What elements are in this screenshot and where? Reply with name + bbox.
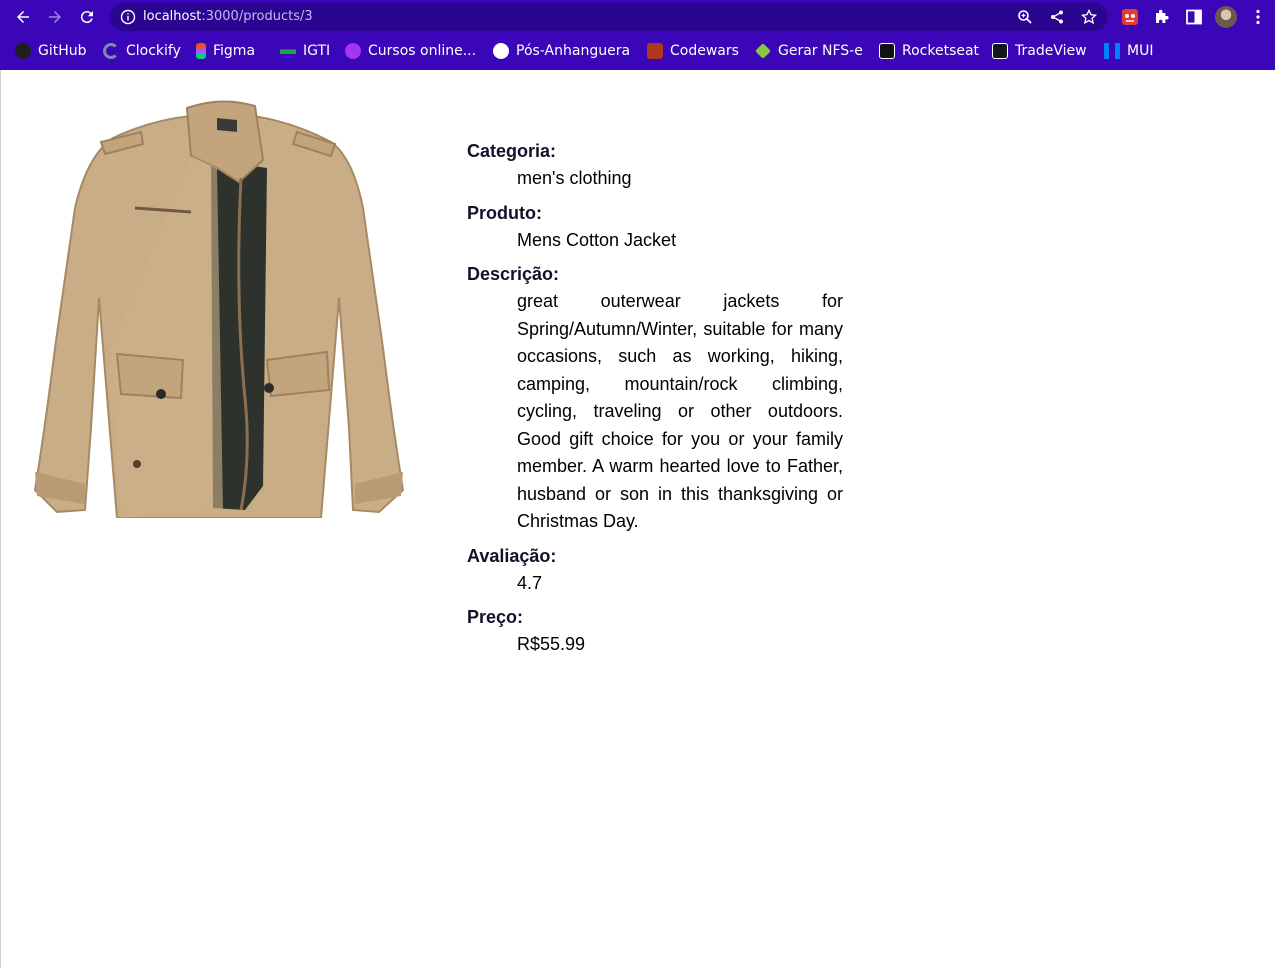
description-label: Descrição: [467,264,560,284]
forward-button[interactable] [43,5,67,29]
url-path: :3000/products/3 [201,9,313,24]
product-name-label: Produto: [467,202,542,223]
price-value: R$55.99 [517,634,586,654]
rating-label: Avaliação: [467,545,557,566]
rocketseat-icon [879,43,895,59]
reload-button[interactable] [75,5,99,29]
bookmark-label: Gerar NFS-e [778,43,863,59]
bookmark-clockify[interactable]: Clockify [103,40,181,62]
arrow-left-icon [17,11,29,23]
star-icon [1081,9,1097,25]
back-button[interactable] [11,5,35,29]
bookmark-label: Pós-Anhanguera [516,43,631,59]
github-icon [15,43,31,59]
bookmark-nfse[interactable]: Gerar NFS-e [755,40,863,62]
mui-icon [1104,43,1120,59]
bookmark-rocketseat[interactable]: Rocketseat [879,40,979,62]
category-label: Categoria: [467,141,557,161]
bookmark-label: Clockify [126,43,181,59]
product-details: Categoria: men's clothing Produto: Mens … [467,140,843,659]
browser-toolbar: localhost:3000/products/3 [0,0,1275,34]
zoom-icon [1018,10,1032,24]
bookmark-pos-anhanguera[interactable]: Pós-Anhanguera [493,40,630,62]
description-value: great outerwear jackets for Spring/Autum… [517,291,843,531]
extension-red-icon [1122,9,1138,25]
extension-button[interactable] [1120,7,1140,27]
address-bar[interactable]: localhost:3000/products/3 [110,3,1108,31]
bookmark-label: TradeView [1015,43,1087,59]
arrow-right-icon [49,11,61,23]
extensions-button[interactable] [1152,7,1172,27]
bookmark-label: Figma [213,43,256,59]
side-panel-button[interactable] [1184,7,1204,27]
category-value: men's clothing [517,168,632,188]
nfse-icon [755,43,771,59]
bookmark-mui[interactable]: MUI [1104,40,1153,62]
bookmark-udemy[interactable]: Cursos online... [345,40,476,62]
bookmark-label: MUI [1127,43,1154,59]
bookmark-star-button[interactable] [1080,8,1098,26]
info-icon[interactable] [120,9,136,25]
product-name-value: Mens Cotton Jacket [517,229,677,250]
menu-button[interactable] [1248,7,1268,27]
url-text: localhost:3000/products/3 [143,9,313,25]
bookmark-figma[interactable]: Figma [196,40,255,62]
bookmark-label: Cursos online... [368,43,477,59]
rating-value: 4.7 [517,572,543,593]
bookmark-label: Codewars [670,43,739,59]
bookmark-label: IGTI [303,43,331,59]
igti-icon [280,43,296,59]
codewars-icon [647,43,663,59]
reload-icon [80,11,93,24]
bookmarks-bar: GitHub Clockify Figma IGTI Cursos online… [0,36,1275,66]
globe-icon [493,43,509,59]
side-panel-icon [1186,9,1202,25]
profile-avatar[interactable] [1215,6,1237,28]
puzzle-icon [1156,9,1169,23]
product-image [33,100,405,518]
bookmark-label: Rocketseat [902,43,980,59]
bookmark-label: GitHub [38,43,87,59]
udemy-icon [345,43,361,59]
page-content: Categoria: men's clothing Produto: Mens … [0,70,1275,968]
browser-chrome: localhost:3000/products/3 GitHub Clockif… [0,0,1275,70]
kebab-menu-icon [1256,9,1260,25]
price-label: Preço: [467,607,524,627]
bookmark-codewars[interactable]: Codewars [647,40,739,62]
share-button[interactable] [1048,8,1066,26]
clockify-icon [103,43,119,59]
bookmark-github[interactable]: GitHub [15,40,87,62]
url-host: localhost [143,9,202,24]
bookmark-igti[interactable]: IGTI [280,40,330,62]
share-icon [1051,10,1063,24]
tradingview-icon [992,43,1008,59]
bookmark-tradeview[interactable]: TradeView [992,40,1087,62]
figma-icon [196,43,206,59]
zoom-button[interactable] [1016,8,1034,26]
